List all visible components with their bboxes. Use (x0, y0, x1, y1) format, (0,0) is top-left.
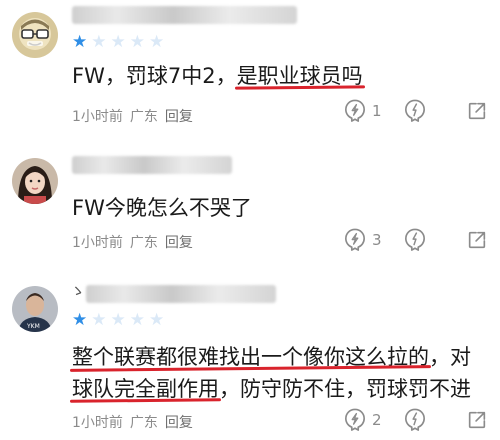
reply-button[interactable]: 回复 (165, 412, 193, 432)
comment-location: 广东 (129, 109, 158, 125)
share-button[interactable] (466, 408, 488, 432)
thumb-dislike-icon (404, 408, 426, 432)
star-empty-icon: ★ (149, 310, 165, 330)
like-count: 3 (372, 231, 382, 249)
star-empty-icon: ★ (129, 310, 145, 330)
comment-time: 1小时前 (72, 235, 123, 251)
underlined-text: 球队完全副作用 (72, 377, 219, 401)
star-empty-icon: ★ (91, 32, 107, 52)
like-count: 1 (372, 102, 382, 120)
star-empty-icon: ★ (129, 32, 145, 52)
star-filled-icon: ★ (72, 310, 88, 330)
reply-button[interactable]: 回复 (165, 232, 193, 252)
comment-time: 1小时前 (72, 415, 123, 431)
thumb-dislike-icon (404, 99, 426, 123)
star-empty-icon: ★ (110, 310, 126, 330)
share-out-icon (466, 408, 488, 432)
comment-text-line: 整个联赛都很难找出一个像你这么拉的，对 (72, 341, 471, 373)
thumb-like-icon (344, 408, 366, 432)
comment-actions: 1 (344, 99, 488, 123)
comment-time: 1小时前 (72, 109, 123, 125)
username-blurred[interactable] (72, 156, 232, 174)
comment-location: 广东 (129, 235, 158, 251)
username-blurred[interactable] (86, 285, 276, 303)
comment-text: FW，罚球7中2，是职业球员吗 (72, 60, 363, 92)
rating-stars: ★ ★ ★ ★ ★ (72, 312, 164, 329)
comment-text-segment: ，防守防不住，罚球罚不进 (219, 377, 471, 401)
underlined-text: 整个联赛都很难找出一个像你这么拉的 (72, 345, 429, 369)
comment-text-line: 球队完全副作用，防守防不住，罚球罚不进 (72, 373, 471, 405)
thumb-dislike-icon (404, 228, 426, 252)
like-button[interactable]: 3 (344, 228, 404, 252)
comment-meta: 1小时前 广东 回复 (72, 232, 193, 252)
comment-item: ★ ★ ★ ★ ★ FW，罚球7中2，是职业球员吗 1小时前 广东 回复 1 (0, 0, 500, 138)
username-prefix: ゝ (70, 282, 85, 300)
comment-text-line: FW，罚球7中2，是职业球员吗 (72, 60, 363, 92)
comment-actions: 2 (344, 408, 488, 432)
like-count: 2 (372, 411, 382, 429)
like-button[interactable]: 2 (344, 408, 404, 432)
rating-stars: ★ ★ ★ ★ ★ (72, 34, 164, 51)
avatar-player-photo-icon[interactable]: YKM (12, 286, 58, 332)
thumb-like-icon (344, 99, 366, 123)
avatar-glasses-cartoon-icon[interactable] (12, 12, 58, 58)
dislike-button[interactable] (404, 408, 464, 432)
dislike-button[interactable] (404, 99, 464, 123)
avatar-girl-photo-icon[interactable] (12, 158, 58, 204)
reply-button[interactable]: 回复 (165, 106, 193, 126)
star-empty-icon: ★ (149, 32, 165, 52)
share-out-icon (466, 99, 488, 123)
star-empty-icon: ★ (110, 32, 126, 52)
comment-text: FW今晚怎么不哭了 (72, 192, 252, 224)
comment-text: 整个联赛都很难找出一个像你这么拉的，对 球队完全副作用，防守防不住，罚球罚不进 (72, 341, 471, 405)
username-blurred[interactable] (72, 6, 297, 24)
thumb-like-icon (344, 228, 366, 252)
comment-text-line: FW今晚怎么不哭了 (72, 192, 252, 224)
comment-item: YKM ゝ ★ ★ ★ ★ ★ 整个联赛都很难找出一个像你这么拉的，对 球队完全副作用，防… (0, 278, 500, 440)
comment-text-segment: FW，罚球7中2， (72, 64, 237, 88)
comment-text-segment: ，对 (429, 345, 471, 369)
svg-text:YKM: YKM (26, 323, 40, 330)
like-button[interactable]: 1 (344, 99, 404, 123)
share-button[interactable] (466, 228, 488, 252)
comment-meta: 1小时前 广东 回复 (72, 106, 193, 126)
share-button[interactable] (466, 99, 488, 123)
share-out-icon (466, 228, 488, 252)
star-filled-icon: ★ (72, 32, 88, 52)
comment-item: FW今晚怎么不哭了 1小时前 广东 回复 3 (0, 148, 500, 260)
dislike-button[interactable] (404, 228, 464, 252)
comment-meta: 1小时前 广东 回复 (72, 412, 193, 432)
underlined-text: 是职业球员吗 (236, 64, 363, 88)
star-empty-icon: ★ (91, 310, 107, 330)
comment-location: 广东 (129, 415, 158, 431)
comment-actions: 3 (344, 228, 488, 252)
comment-text-segment: FW今晚怎么不哭了 (72, 196, 252, 220)
